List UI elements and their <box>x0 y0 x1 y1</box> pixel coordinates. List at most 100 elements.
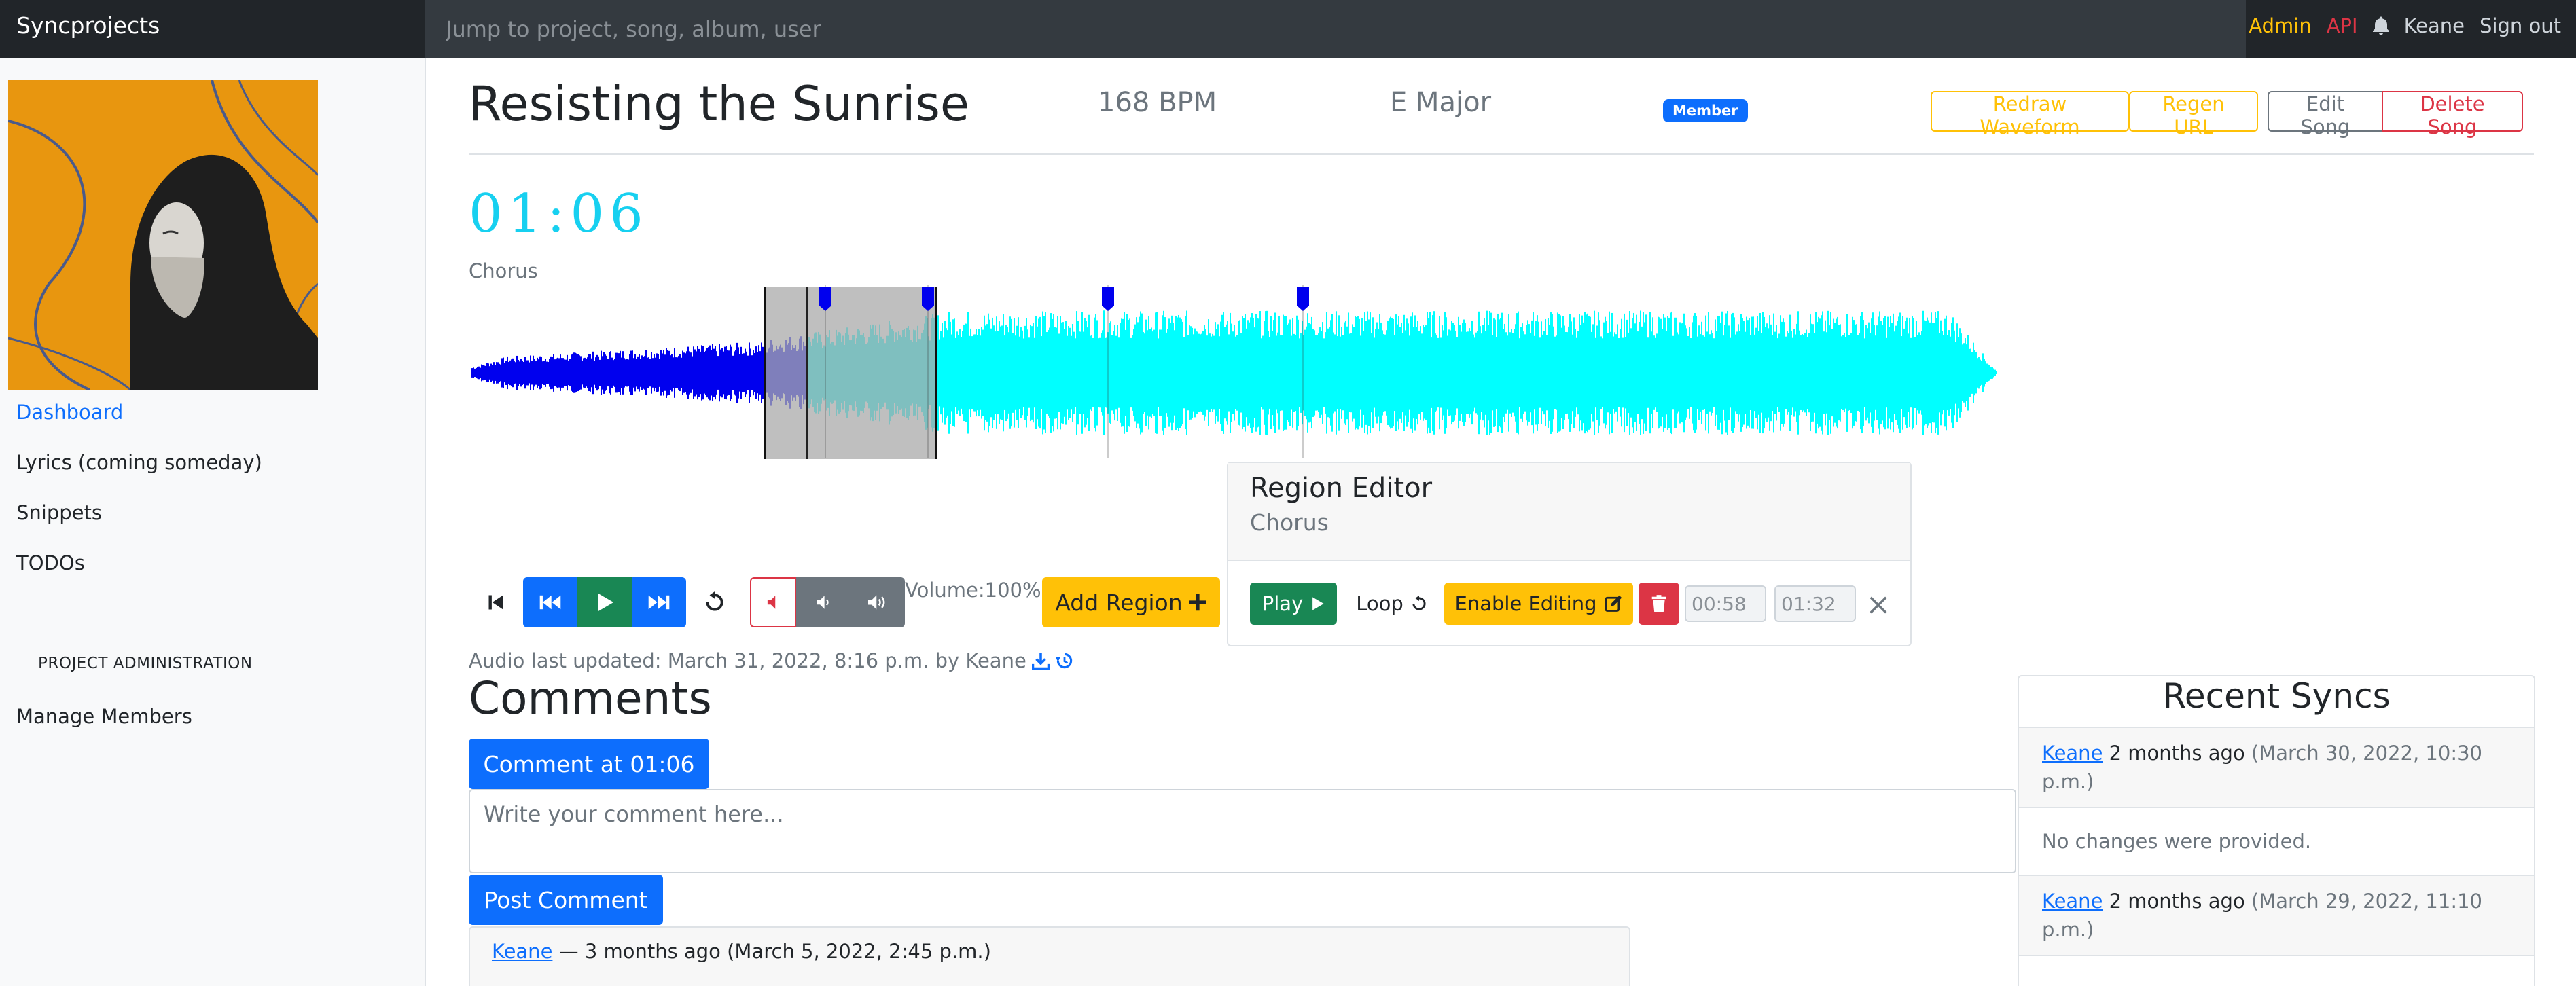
sync-author-link[interactable]: Keane <box>2042 890 2103 913</box>
waveform-bar <box>1288 323 1289 422</box>
region-overlay[interactable] <box>764 287 937 459</box>
enable-editing-button[interactable]: Enable Editing <box>1444 583 1633 625</box>
region-start-input[interactable] <box>1685 585 1766 622</box>
volume-down-button[interactable] <box>796 577 851 627</box>
waveform-bar <box>584 357 586 388</box>
region-loop-button[interactable]: Loop <box>1348 583 1436 625</box>
waveform-bar <box>1986 363 1988 382</box>
waveform-bar <box>1281 335 1283 411</box>
waveform-bar <box>1931 312 1932 433</box>
add-region-button[interactable]: Add Region <box>1042 577 1220 627</box>
waveform[interactable] <box>469 284 2018 462</box>
waveform-bar <box>1849 335 1850 411</box>
waveform-bar <box>730 344 731 401</box>
edit-song-button[interactable]: Edit Song <box>2268 91 2383 139</box>
region-end-input[interactable] <box>1774 585 1856 622</box>
waveform-bar <box>1789 314 1791 431</box>
comment-author-link[interactable]: Keane <box>492 940 552 963</box>
waveform-bar <box>545 359 546 387</box>
waveform-bar <box>1344 322 1345 424</box>
fast-forward-button[interactable] <box>632 577 686 627</box>
waveform-bar <box>1891 323 1893 423</box>
reset-button[interactable] <box>687 577 742 627</box>
waveform-bar <box>1580 325 1581 421</box>
waveform-bar <box>1950 336 1951 409</box>
waveform-bar <box>1496 337 1497 409</box>
waveform-bar <box>992 317 993 428</box>
sidebar-item-manage-members[interactable]: Manage Members <box>16 705 192 728</box>
redraw-waveform-button[interactable]: Redraw Waveform <box>1931 91 2129 139</box>
signout-link[interactable]: Sign out <box>2480 14 2561 37</box>
waveform-bar <box>1264 321 1265 425</box>
waveform-bar <box>1516 313 1518 433</box>
api-link[interactable]: API <box>2327 14 2358 37</box>
close-icon <box>1870 596 1887 614</box>
waveform-bar <box>990 328 992 418</box>
waveform-bar <box>762 346 764 399</box>
post-comment-button[interactable]: Post Comment <box>469 875 663 925</box>
waveform-bar <box>746 351 747 395</box>
sidebar-item-todos[interactable]: TODOs <box>16 551 85 574</box>
waveform-bar <box>1365 321 1367 425</box>
waveform-bar <box>568 360 569 386</box>
sidebar-item-lyrics[interactable]: Lyrics (coming someday) <box>16 451 262 474</box>
waveform-bar <box>603 352 605 394</box>
waveform-bar <box>1327 328 1329 418</box>
volume-up-button[interactable] <box>851 577 905 627</box>
waveform-bar <box>1713 338 1715 407</box>
mute-button[interactable] <box>750 577 796 627</box>
comment-textarea[interactable] <box>469 789 2016 873</box>
waveform-bar <box>1451 321 1452 425</box>
sidebar-item-dashboard[interactable]: Dashboard <box>16 401 123 424</box>
waveform-bar <box>496 362 497 384</box>
delete-song-button[interactable]: Delete Song <box>2382 91 2523 139</box>
waveform-bar <box>1537 315 1538 431</box>
waveform-bar <box>1384 334 1386 412</box>
waveform-bar <box>1159 329 1160 416</box>
waveform-bar <box>1363 331 1364 415</box>
admin-link[interactable]: Admin <box>2249 14 2311 37</box>
waveform-bar <box>1803 335 1804 411</box>
history-icon[interactable] <box>1055 651 1074 670</box>
brand-link[interactable]: Syncprojects <box>0 0 425 58</box>
waveform-bar <box>1346 326 1348 420</box>
waveform-bar <box>745 348 746 397</box>
waveform-bar <box>1573 317 1575 428</box>
waveform-bar <box>1569 314 1571 432</box>
skip-to-start-button[interactable] <box>469 577 523 627</box>
sync-author-link[interactable]: Keane <box>2042 742 2103 765</box>
waveform-bar <box>599 359 601 386</box>
sidebar-item-snippets[interactable]: Snippets <box>16 501 102 524</box>
waveform-bar <box>1331 314 1333 432</box>
rewind-button[interactable] <box>523 577 577 627</box>
bell-icon[interactable] <box>2372 16 2389 35</box>
waveform-bar <box>1182 321 1183 424</box>
waveform-bar <box>1033 323 1034 423</box>
waveform-bar <box>1855 324 1856 422</box>
waveform-bar <box>1349 333 1350 412</box>
region-play-button[interactable]: Play <box>1250 583 1337 625</box>
waveform-bar <box>1796 323 1797 422</box>
waveform-bar <box>1057 316 1058 430</box>
waveform-bar <box>732 355 734 390</box>
waveform-bar <box>533 355 534 390</box>
waveform-bar <box>1458 316 1459 429</box>
waveform-bar <box>1898 316 1899 429</box>
play-button[interactable] <box>577 577 632 627</box>
waveform-bar <box>516 355 518 390</box>
regen-url-button[interactable]: Regen URL <box>2129 91 2258 139</box>
search-input[interactable] <box>425 0 2246 58</box>
waveform-bar <box>1920 335 1921 411</box>
waveform-bar <box>1933 323 1935 423</box>
sidebar-section-heading: PROJECT ADMINISTRATION <box>38 655 253 672</box>
waveform-bar <box>758 345 759 401</box>
close-region-editor-button[interactable] <box>1861 584 1895 626</box>
delete-region-button[interactable] <box>1639 583 1679 625</box>
user-link[interactable]: Keane <box>2404 14 2465 37</box>
download-icon[interactable] <box>1031 651 1050 670</box>
comment-at-time-button[interactable]: Comment at 01:06 <box>469 739 709 789</box>
waveform-bar <box>1285 316 1287 430</box>
waveform-bar <box>1077 321 1079 425</box>
waveform-bar <box>1922 310 1924 435</box>
waveform-bar <box>1853 320 1855 426</box>
